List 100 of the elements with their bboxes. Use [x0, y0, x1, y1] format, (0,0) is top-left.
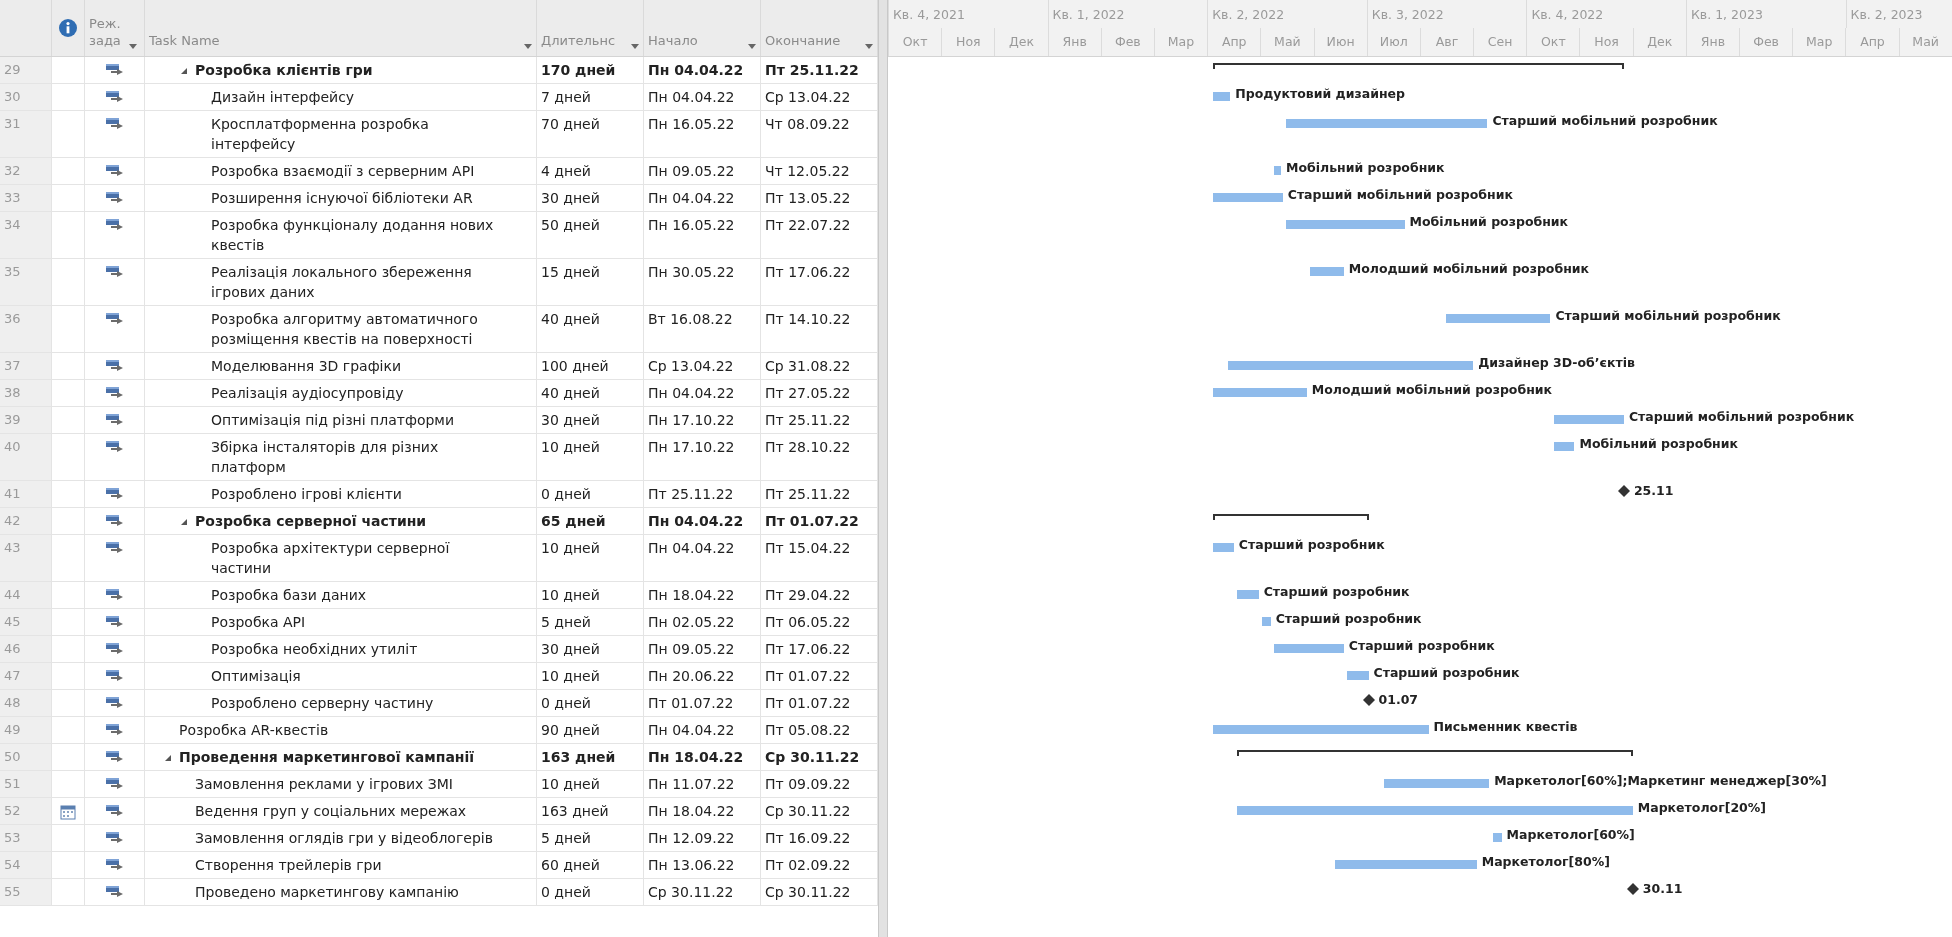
collapse-triangle-icon[interactable] [165, 755, 171, 761]
row-number: 32 [0, 158, 52, 185]
month-label: Окт [888, 28, 942, 56]
duration-cell: 7 дней [541, 89, 591, 105]
column-header[interactable]: Реж. зада [85, 0, 145, 56]
milestone-date: 25.11 [1633, 483, 1674, 498]
duration-cell: 0 дней [541, 695, 591, 711]
duration-cell: 170 дней [541, 62, 616, 78]
dropdown-caret-icon[interactable] [129, 44, 137, 49]
column-header[interactable]: Начало [644, 0, 761, 56]
row-number: 54 [0, 852, 52, 879]
month-label: Июл [1366, 28, 1420, 56]
row-number: 46 [0, 636, 52, 663]
duration-cell: 90 дней [541, 722, 600, 738]
milestone-date: 30.11 [1642, 881, 1683, 896]
finish-date-cell: Ср 30.11.22 [765, 884, 851, 900]
start-date-cell: Пн 17.10.22 [648, 412, 735, 428]
column-header[interactable]: Длительнс [537, 0, 644, 56]
month-label: Мар [1792, 28, 1846, 56]
finish-date-cell: Пт 01.07.22 [765, 668, 851, 684]
row-number: 49 [0, 717, 52, 744]
row-number: 36 [0, 306, 52, 353]
start-date-cell: Пт 01.07.22 [648, 695, 734, 711]
finish-date-cell: Чт 12.05.22 [765, 163, 850, 179]
dropdown-caret-icon[interactable] [865, 44, 873, 49]
month-label: Июн [1313, 28, 1367, 56]
row-number: 37 [0, 353, 52, 380]
task-mode-icon [104, 440, 125, 453]
duration-cell: 10 дней [541, 776, 600, 792]
month-label: Май [1260, 28, 1314, 56]
collapse-triangle-icon[interactable] [181, 68, 187, 74]
dropdown-caret-icon[interactable] [524, 44, 532, 49]
start-date-cell: Пн 18.04.22 [648, 587, 735, 603]
row-number: 45 [0, 609, 52, 636]
task-name: Збірка інсталяторів для різних платформ [211, 438, 440, 477]
start-date-cell: Вт 16.08.22 [648, 311, 733, 327]
duration-cell: 15 дней [541, 264, 600, 280]
finish-date-cell: Пт 17.06.22 [765, 264, 851, 280]
task-name: Оптимізація під різні платформи [211, 411, 455, 430]
task-name: Розробка необхідних утиліт [211, 640, 419, 659]
start-date-cell: Пн 09.05.22 [648, 641, 735, 657]
resource-label: Старший розробник [1348, 638, 1495, 653]
collapse-triangle-icon[interactable] [181, 519, 187, 525]
resource-label: Молодший мобільний розробник [1311, 382, 1553, 397]
task-mode-icon [104, 885, 125, 898]
duration-cell: 60 дней [541, 857, 600, 873]
row-number: 55 [0, 879, 52, 906]
duration-cell: 4 дней [541, 163, 591, 179]
start-date-cell: Пн 02.05.22 [648, 614, 735, 630]
task-name: Розробка AR-квестів [179, 721, 330, 740]
month-label: Ноя [1579, 28, 1633, 56]
column-header[interactable]: Task Name [145, 0, 537, 56]
task-mode-icon [104, 669, 125, 682]
task-mode-icon [104, 642, 125, 655]
task-mode-icon [104, 750, 125, 763]
task-bar [1492, 833, 1502, 842]
start-date-cell: Пн 04.04.22 [648, 89, 735, 105]
resource-label: Дизайнер 3D-об’єктів [1478, 355, 1635, 370]
task-name: Оптимізація [211, 667, 302, 686]
task-mode-icon [104, 63, 125, 76]
task-mode-icon [104, 487, 125, 500]
finish-date-cell: Ср 30.11.22 [765, 803, 851, 819]
finish-date-cell: Ср 30.11.22 [765, 749, 860, 765]
duration-cell: 163 дней [541, 803, 609, 819]
task-name: Розробка взаємодії з серверним API [211, 162, 476, 181]
task-mode-icon [104, 541, 125, 554]
task-bar [1347, 671, 1369, 680]
start-date-cell: Пт 25.11.22 [648, 486, 734, 502]
task-name: Розробка бази даних [211, 586, 368, 605]
start-date-cell: Пн 17.10.22 [648, 439, 735, 455]
start-date-cell: Пн 20.06.22 [648, 668, 735, 684]
resource-label: Старший мобільний розробник [1628, 409, 1855, 424]
row-number: 41 [0, 481, 52, 508]
duration-cell: 30 дней [541, 641, 600, 657]
task-name: Розробка API [211, 613, 307, 632]
duration-cell: 10 дней [541, 439, 600, 455]
start-date-cell: Пн 09.05.22 [648, 163, 735, 179]
month-label: Ноя [941, 28, 995, 56]
task-mode-icon [104, 723, 125, 736]
month-label: Мар [1153, 28, 1208, 56]
dropdown-caret-icon[interactable] [631, 44, 639, 49]
task-bar [1553, 442, 1575, 451]
milestone-date: 01.07 [1378, 692, 1419, 707]
finish-date-cell: Ср 13.04.22 [765, 89, 851, 105]
duration-cell: 40 дней [541, 385, 600, 401]
resource-label: Мобільний розробник [1409, 214, 1569, 229]
quarter-label: Кв. 2, 2023 [1845, 0, 1952, 28]
task-mode-icon [104, 696, 125, 709]
resource-label: Мобільний розробник [1579, 436, 1738, 451]
task-mode-icon [104, 90, 125, 103]
task-bar [1553, 415, 1624, 424]
resource-label: Старший розробник [1275, 611, 1422, 626]
month-label: Янв [1685, 28, 1739, 56]
task-name: Розробка клієнтів гри [195, 61, 374, 80]
start-date-cell: Пн 04.04.22 [648, 722, 735, 738]
row-number: 42 [0, 508, 52, 535]
dropdown-caret-icon[interactable] [748, 44, 756, 49]
task-name: Розроблено ігрові клієнти [211, 485, 403, 504]
month-label: Май [1898, 28, 1952, 56]
finish-date-cell: Пт 17.06.22 [765, 641, 851, 657]
